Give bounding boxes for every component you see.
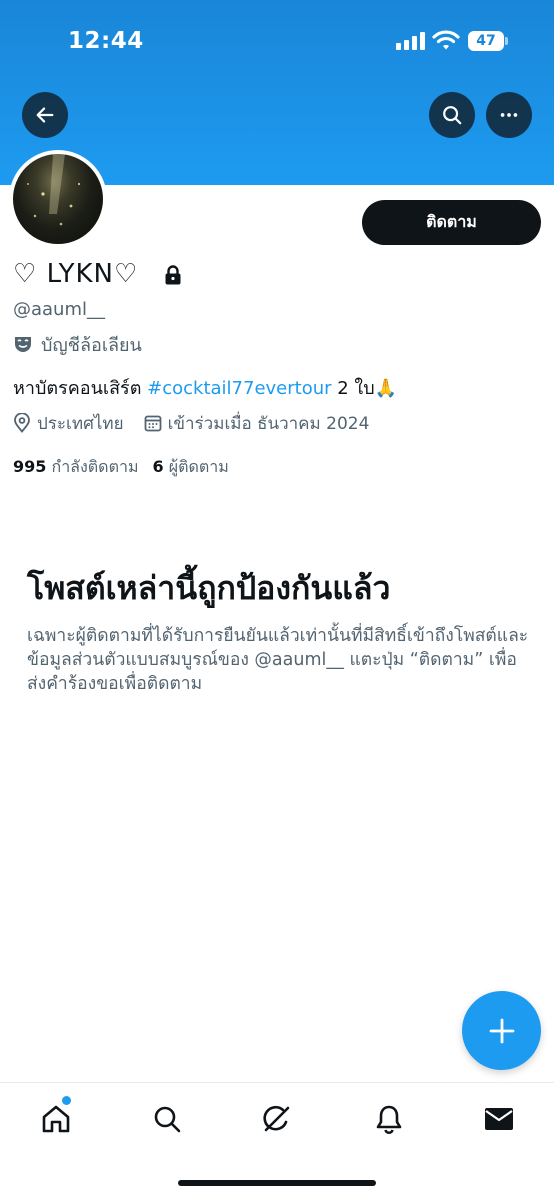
lock-icon — [165, 265, 181, 285]
protected-body: เฉพาะผู้ติดตามที่ได้รับการยืนยันแล้วเท่า… — [27, 626, 529, 694]
status-bar: 12:44 47 — [0, 0, 554, 80]
mail-icon — [485, 1108, 513, 1130]
signal-icon — [396, 32, 426, 50]
profile-meta: ประเทศไทย เข้าร่วมเมื่อ ธันวาคม 2024 — [13, 411, 369, 435]
avatar[interactable] — [9, 150, 107, 248]
nav-grok[interactable] — [259, 1101, 295, 1137]
bio-prefix: หาบัตรคอนเสิร์ต — [13, 378, 148, 399]
search-icon — [154, 1106, 181, 1133]
location-item: ประเทศไทย — [13, 410, 124, 437]
parody-label-row: บัญชีล้อเลียน — [13, 332, 142, 356]
plus-icon — [489, 1018, 514, 1043]
following-link[interactable]: 995 กำลังติดตาม — [13, 457, 139, 476]
follow-stats: 995 กำลังติดตาม 6 ผู้ติดตาม — [13, 455, 229, 480]
more-icon — [500, 113, 518, 117]
bio: หาบัตรคอนเสิร์ต #cocktail77evertour 2 ใบ… — [13, 373, 397, 402]
followers-link[interactable]: 6 ผู้ติดตาม — [153, 457, 229, 476]
battery-icon: 47 — [468, 31, 508, 51]
protected-title: โพสต์เหล่านี้ถูกป้องกันแล้ว — [27, 569, 391, 607]
search-icon — [443, 106, 462, 125]
bell-icon — [376, 1105, 402, 1134]
compose-button[interactable] — [462, 991, 541, 1070]
nav-notifications[interactable] — [371, 1101, 407, 1137]
calendar-icon — [144, 415, 161, 432]
location-text: ประเทศไทย — [37, 413, 124, 434]
more-button[interactable] — [486, 92, 532, 138]
bio-suffix: 2 ใบ🙏 — [331, 378, 398, 399]
wifi-icon — [432, 30, 460, 50]
display-name: ♡ LYKN♡ — [13, 259, 139, 289]
home-notification-dot — [62, 1096, 71, 1105]
home-icon — [42, 1105, 70, 1133]
follow-button[interactable]: ติดตาม — [362, 200, 541, 245]
nav-messages[interactable] — [481, 1101, 517, 1137]
theater-mask-icon — [15, 337, 31, 352]
following-label: กำลังติดตาม — [51, 457, 139, 476]
search-button[interactable] — [429, 92, 475, 138]
bio-hashtag-link[interactable]: #cocktail77evertour — [147, 378, 331, 399]
followers-label: ผู้ติดตาม — [168, 457, 229, 476]
grok-icon — [263, 1105, 290, 1132]
joined-text: เข้าร่วมเมื่อ ธันวาคม 2024 — [167, 413, 370, 434]
joined-item: เข้าร่วมเมื่อ ธันวาคม 2024 — [144, 410, 370, 437]
status-time: 12:44 — [68, 28, 144, 54]
parody-label: บัญชีล้อเลียน — [41, 334, 142, 356]
following-count: 995 — [13, 457, 47, 476]
back-button[interactable] — [22, 92, 68, 138]
home-indicator — [178, 1180, 376, 1186]
followers-count: 6 — [152, 457, 164, 476]
handle: @aauml__ — [13, 299, 106, 320]
nav-search[interactable] — [149, 1101, 185, 1137]
nav-home[interactable] — [38, 1101, 74, 1137]
battery-level: 47 — [468, 31, 504, 51]
arrow-left-icon — [36, 107, 54, 123]
location-pin-icon — [14, 413, 30, 433]
avatar-image — [27, 154, 81, 226]
